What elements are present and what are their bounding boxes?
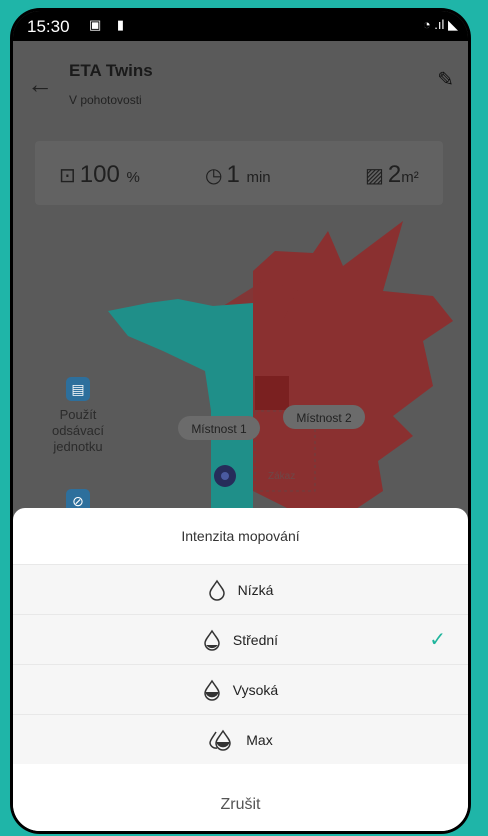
area-icon: ▨ [365, 165, 384, 187]
page-title: ETA Twins [69, 61, 153, 80]
use-dock-label-2: odsávací [51, 423, 105, 438]
option-high[interactable]: Vysoká [13, 664, 468, 714]
room-2-area [223, 221, 453, 511]
stats-panel: ⊡ 100 % ◷ 1 min ▨ 2m² [35, 141, 443, 205]
area-stat: ▨ 2m² [365, 161, 419, 189]
use-dock-label-1: Použít [59, 407, 97, 422]
room-label-2[interactable]: Místnost 2 [283, 405, 365, 429]
water-drop-low-icon [208, 579, 225, 601]
option-low[interactable]: Nízká [13, 564, 468, 614]
water-drop-high-icon [204, 679, 220, 701]
option-max[interactable]: Max [13, 714, 468, 764]
area-unit: m² [401, 169, 419, 186]
intensity-options: Nízká Střední ✓ Vysoká Max [13, 564, 468, 764]
time-stat: ◷ 1 min [205, 161, 271, 189]
active-zone [255, 376, 289, 410]
option-medium-label: Střední [232, 631, 279, 648]
water-drop-medium-icon [204, 629, 220, 651]
option-medium[interactable]: Střední ✓ [13, 614, 468, 664]
clock-icon: ◷ [205, 165, 223, 187]
room-label-1-text: Místnost 1 [191, 422, 247, 436]
room-label-2-text: Místnost 2 [296, 411, 352, 425]
edit-pencil-icon[interactable]: ✎ [437, 67, 454, 92]
selected-check-icon: ✓ [429, 629, 446, 651]
sheet-title: Intenzita mopování [181, 528, 300, 544]
battery-stat: ⊡ 100 % [59, 161, 140, 189]
map-svg[interactable]: Zákaz Místnost 1 Místnost 2 [13, 211, 468, 531]
water-drop-max-icon [209, 729, 232, 751]
app-bar: ← ETA Twins V pohotovosti ✎ [13, 41, 468, 121]
device-status: V pohotovosti [69, 93, 142, 107]
mopping-intensity-sheet: Intenzita mopování Nízká Střední ✓ Vysok… [13, 508, 468, 831]
no-go-label: Zákaz [268, 471, 295, 482]
use-dock-button[interactable]: ▤ Použít odsávací jednotku [43, 377, 113, 455]
dock-icon: ▤ [66, 377, 90, 401]
back-arrow-icon[interactable]: ← [27, 69, 53, 100]
battery-value: 100 [79, 161, 120, 188]
option-low-label: Nízká [237, 581, 274, 598]
use-dock-label-3: jednotku [53, 439, 103, 454]
robot-marker-icon [214, 465, 236, 487]
signal-icons: ◔ .ıl ◣ [422, 17, 458, 32]
notification-icons: ▣ ▮ [89, 17, 131, 32]
status-bar: 15:30 ▣ ▮ ◔ .ıl ◣ [13, 11, 468, 41]
cleaning-map[interactable]: Zákaz Místnost 1 Místnost 2 [13, 211, 468, 531]
status-time: 15:30 [27, 17, 70, 36]
screen: 15:30 ▣ ▮ ◔ .ıl ◣ ← ETA Twins V pohotovo… [13, 11, 468, 831]
battery-unit: % [126, 169, 140, 186]
time-unit: min [246, 169, 271, 186]
room-label-1[interactable]: Místnost 1 [178, 416, 260, 440]
option-high-label: Vysoká [232, 681, 279, 698]
phone-frame: 15:30 ▣ ▮ ◔ .ıl ◣ ← ETA Twins V pohotovo… [10, 8, 471, 834]
cancel-button[interactable]: Zrušit [13, 778, 468, 831]
time-value: 1 [226, 161, 240, 188]
battery-icon: ⊡ [59, 165, 76, 187]
option-max-label: Max [246, 731, 273, 748]
area-value: 2 [387, 161, 402, 188]
